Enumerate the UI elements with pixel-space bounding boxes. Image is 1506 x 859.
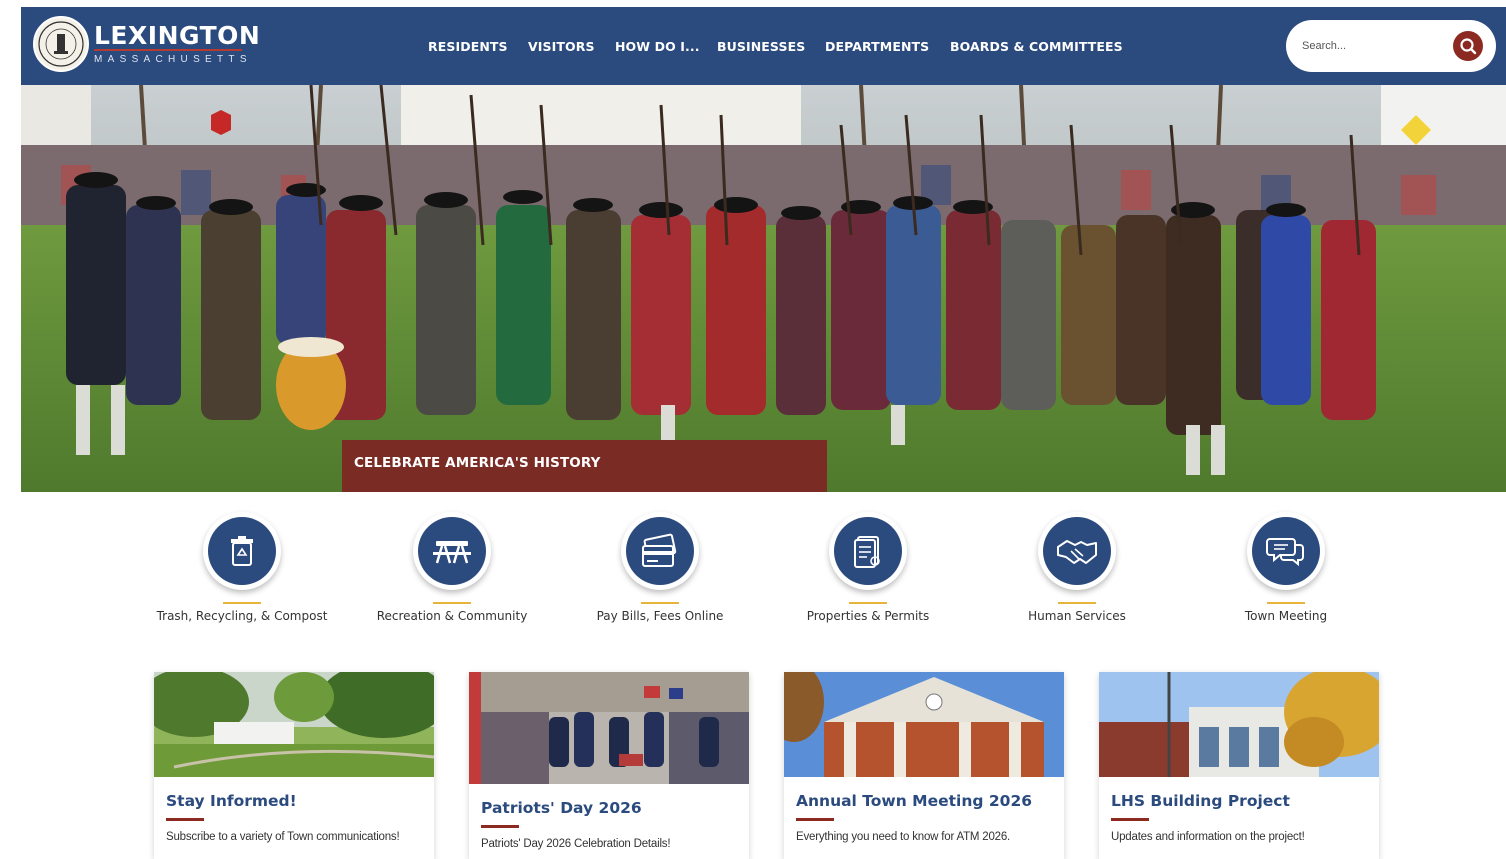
quick-link-circle — [413, 512, 491, 590]
quick-link-label: Pay Bills, Fees Online — [596, 609, 724, 623]
search-button[interactable] — [1453, 31, 1483, 61]
nav-residents[interactable]: RESIDENTS — [428, 39, 508, 54]
accent-bar — [1058, 602, 1096, 604]
card-image — [154, 672, 434, 777]
nav-departments[interactable]: DEPARTMENTS — [825, 39, 929, 54]
accent-bar — [849, 602, 887, 604]
hero-caption[interactable]: CELEBRATE AMERICA'S HISTORY — [342, 440, 827, 492]
quick-link-circle — [829, 512, 907, 590]
accent-bar — [641, 602, 679, 604]
quick-link-label: Properties & Permits — [806, 609, 930, 623]
news-card-stay-informed[interactable]: Stay Informed! Subscribe to a variety of… — [154, 672, 434, 859]
hero-banner[interactable]: CELEBRATE AMERICA'S HISTORY — [21, 85, 1506, 492]
nav-boards-committees[interactable]: BOARDS & COMMITTEES — [950, 39, 1123, 54]
quick-link-circle — [203, 512, 281, 590]
quick-link-trash[interactable]: Trash, Recycling, & Compost — [152, 512, 332, 623]
search-icon — [1460, 38, 1477, 55]
picnic-table-icon — [433, 541, 471, 564]
card-description: Updates and information on the project! — [1111, 831, 1305, 843]
document-icon — [854, 536, 880, 568]
site-header: LEXINGTON MASSACHUSETTS RESIDENTS VISITO… — [21, 7, 1506, 85]
card-rule — [1111, 818, 1149, 821]
quick-link-circle — [1247, 512, 1325, 590]
accent-bar — [1267, 602, 1305, 604]
recycle-bin-icon — [231, 536, 253, 566]
credit-card-icon — [642, 533, 677, 567]
card-title: LHS Building Project — [1111, 792, 1290, 810]
card-title: Annual Town Meeting 2026 — [796, 792, 1033, 810]
card-title: Patriots' Day 2026 — [481, 799, 642, 817]
quick-link-recreation[interactable]: Recreation & Community — [362, 512, 542, 623]
news-card-lhs-building[interactable]: LHS Building Project Updates and informa… — [1099, 672, 1379, 859]
accent-bar — [433, 602, 471, 604]
quick-link-label: Trash, Recycling, & Compost — [156, 609, 328, 623]
quick-link-town-meeting[interactable]: Town Meeting — [1196, 512, 1376, 623]
quick-link-label: Recreation & Community — [376, 609, 528, 623]
card-image — [469, 672, 749, 784]
nav-how-do-i[interactable]: HOW DO I... — [615, 39, 700, 54]
chat-bubbles-icon — [1266, 538, 1304, 567]
nav-businesses[interactable]: BUSINESSES — [717, 39, 805, 54]
card-rule — [166, 818, 204, 821]
quick-link-label: Human Services — [1028, 609, 1126, 623]
main-nav: RESIDENTS VISITORS HOW DO I... BUSINESSE… — [21, 7, 1506, 85]
search-box — [1286, 20, 1496, 72]
quick-link-circle — [1038, 512, 1116, 590]
hero-image — [21, 85, 1506, 492]
card-image — [1099, 672, 1379, 777]
card-image — [784, 672, 1064, 777]
card-rule — [481, 825, 519, 828]
handshake-icon — [1057, 540, 1097, 564]
search-input[interactable] — [1302, 35, 1442, 57]
card-description: Subscribe to a variety of Town communica… — [166, 831, 400, 843]
news-card-town-meeting[interactable]: Annual Town Meeting 2026 Everything you … — [784, 672, 1064, 859]
news-card-patriots-day[interactable]: Patriots' Day 2026 Patriots' Day 2026 Ce… — [469, 672, 749, 859]
quick-link-pay-bills[interactable]: Pay Bills, Fees Online — [570, 512, 750, 623]
card-title: Stay Informed! — [166, 792, 297, 810]
nav-visitors[interactable]: VISITORS — [528, 39, 595, 54]
card-description: Everything you need to know for ATM 2026… — [796, 831, 1011, 843]
card-description: Patriots' Day 2026 Celebration Details! — [481, 838, 671, 850]
quick-link-properties[interactable]: Properties & Permits — [778, 512, 958, 623]
card-rule — [796, 818, 834, 821]
quick-link-circle — [621, 512, 699, 590]
accent-bar — [223, 602, 261, 604]
quick-link-label: Town Meeting — [1244, 609, 1328, 623]
quick-link-human-services[interactable]: Human Services — [987, 512, 1167, 623]
